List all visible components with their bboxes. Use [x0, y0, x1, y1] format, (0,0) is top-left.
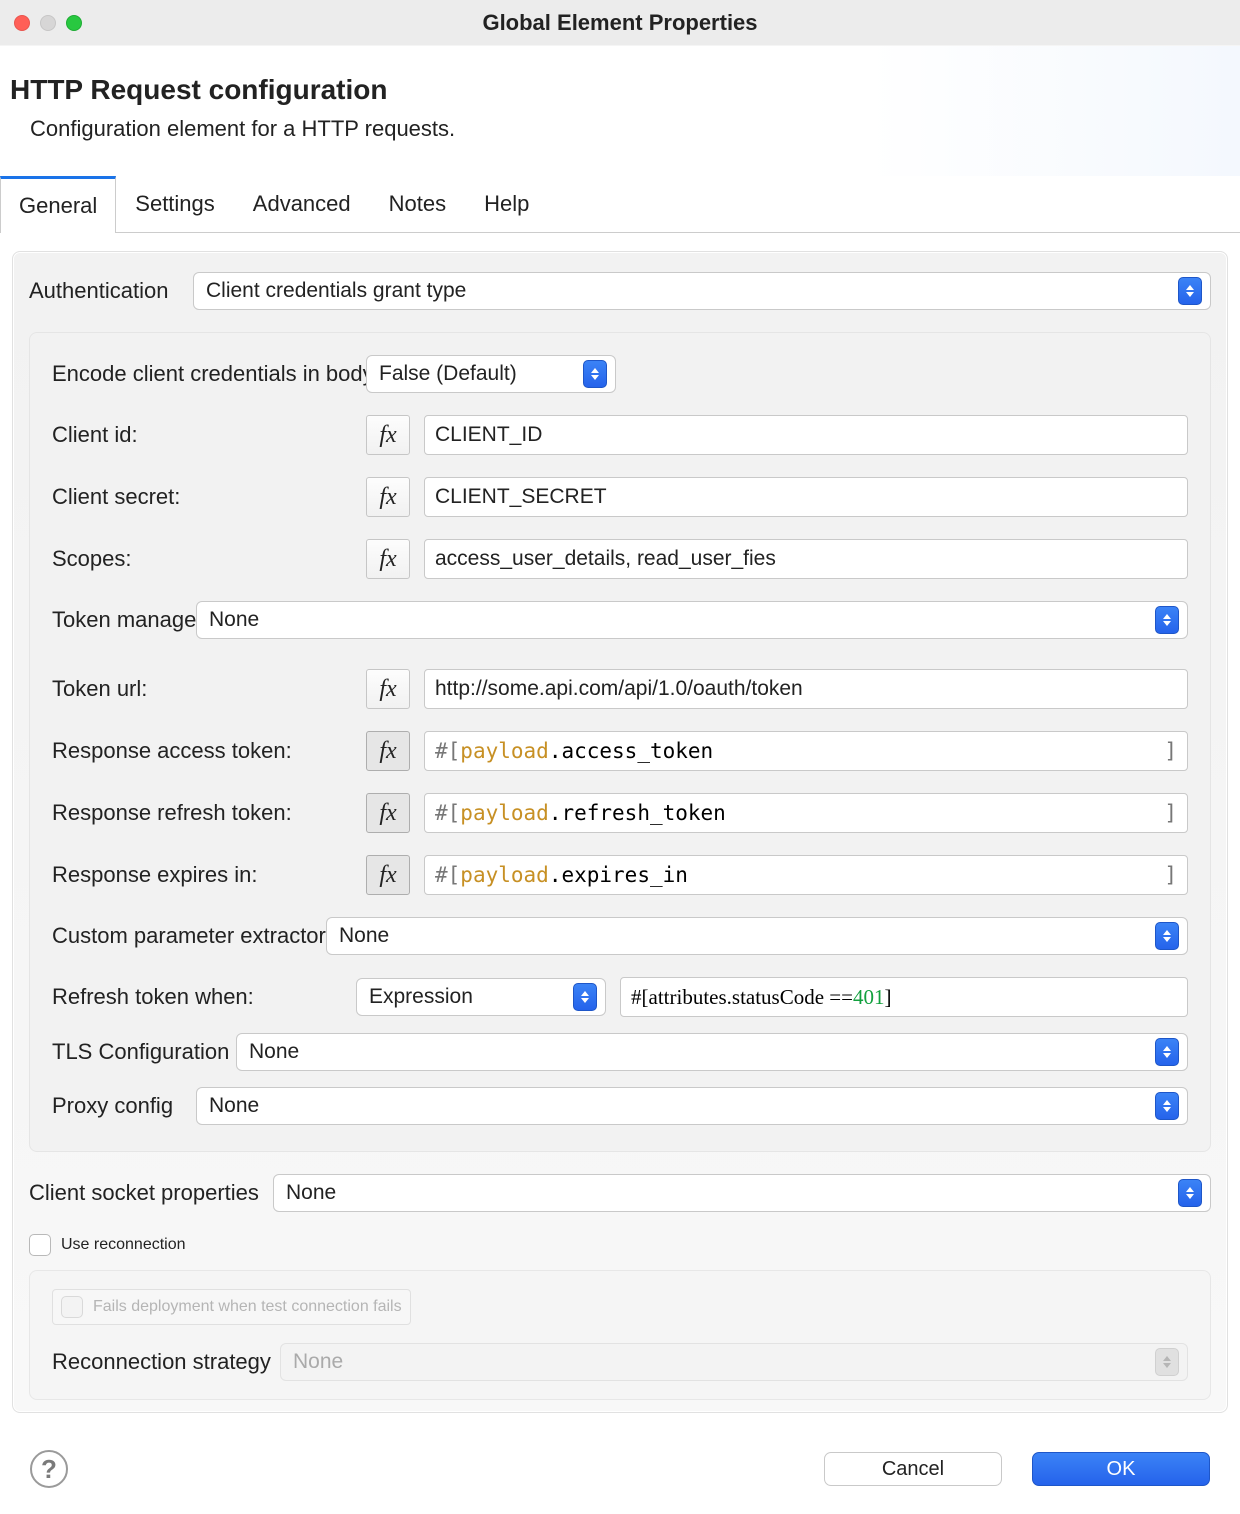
dropdown-icon [1178, 277, 1202, 305]
tab-help[interactable]: Help [465, 176, 548, 232]
cancel-button[interactable]: Cancel [824, 1452, 1002, 1486]
client-id-input[interactable]: CLIENT_ID [424, 415, 1188, 455]
proxy-config-select[interactable]: None [196, 1087, 1188, 1125]
dropdown-icon [1155, 922, 1179, 950]
tls-value: None [249, 1040, 1155, 1064]
help-button[interactable]: ? [30, 1450, 68, 1488]
checkbox-icon [29, 1234, 51, 1256]
client-id-label: Client id: [52, 422, 352, 448]
expr-suffix: ] [1164, 856, 1177, 894]
fx-button[interactable]: fx [366, 731, 410, 771]
dropdown-icon [1155, 1348, 1179, 1376]
expr-body: .expires_in [549, 856, 688, 894]
expr-keyword: payload [460, 856, 549, 894]
scopes-input[interactable]: access_user_details, read_user_fies [424, 539, 1188, 579]
dropdown-icon [1155, 1092, 1179, 1120]
expr-keyword: payload [460, 732, 549, 770]
reconnection-panel: Fails deployment when test connection fa… [29, 1270, 1211, 1400]
dialog-footer: ? Cancel OK [0, 1424, 1240, 1514]
fails-deployment-wrapper: Fails deployment when test connection fa… [52, 1289, 411, 1325]
client-socket-props-value: None [286, 1181, 1178, 1205]
fails-deployment-checkbox: Fails deployment when test connection fa… [61, 1296, 402, 1318]
dropdown-icon [583, 360, 607, 388]
expr-suffix: ] [1164, 732, 1177, 770]
expr-suffix: ] [1164, 794, 1177, 832]
reconnection-strategy-select: None [280, 1343, 1188, 1381]
cpe-select[interactable]: None [326, 917, 1188, 955]
encode-select[interactable]: False (Default) [366, 355, 616, 393]
dropdown-icon [573, 983, 597, 1011]
expr-body: .refresh_token [549, 794, 726, 832]
reconnection-strategy-label: Reconnection strategy [52, 1349, 266, 1375]
tab-notes[interactable]: Notes [370, 176, 465, 232]
general-pane: Authentication Client credentials grant … [0, 233, 1240, 1413]
token-url-input[interactable]: http://some.api.com/api/1.0/oauth/token [424, 669, 1188, 709]
tab-settings[interactable]: Settings [116, 176, 234, 232]
client-socket-props-select[interactable]: None [273, 1174, 1211, 1212]
tab-general[interactable]: General [0, 176, 116, 233]
dialog-header: HTTP Request configuration Configuration… [0, 46, 1240, 176]
expr-body: .access_token [549, 732, 713, 770]
authentication-value: Client credentials grant type [206, 279, 1178, 303]
client-secret-input[interactable]: CLIENT_SECRET [424, 477, 1188, 517]
refresh-token-when-label: Refresh token when: [52, 984, 342, 1010]
page-title: HTTP Request configuration [10, 74, 1240, 106]
tab-bar: General Settings Advanced Notes Help [0, 176, 1240, 233]
window-title: Global Element Properties [0, 10, 1240, 36]
token-manager-label: Token manager [52, 607, 182, 633]
authentication-select[interactable]: Client credentials grant type [193, 272, 1211, 310]
resp-refresh-token-input[interactable]: #[ payload .refresh_token ] [424, 793, 1188, 833]
refresh-token-mode-select[interactable]: Expression [356, 978, 606, 1016]
expr-number: 401 [853, 978, 885, 1016]
token-manager-value: None [209, 608, 1155, 632]
expr-suffix: ] [885, 978, 892, 1016]
dropdown-icon [1178, 1179, 1202, 1207]
expr-prefix: #[ [631, 978, 649, 1016]
cpe-value: None [339, 924, 1155, 948]
titlebar: Global Element Properties [0, 0, 1240, 46]
encode-label: Encode client credentials in body: [52, 361, 352, 387]
tab-advanced[interactable]: Advanced [234, 176, 370, 232]
fails-deployment-label: Fails deployment when test connection fa… [93, 1298, 402, 1316]
reconnection-strategy-value: None [293, 1350, 1155, 1374]
page-subtitle: Configuration element for a HTTP request… [30, 116, 1240, 142]
refresh-token-expr-input[interactable]: #[ attributes.statusCode == 401 ] [620, 977, 1188, 1017]
fx-button[interactable]: fx [366, 477, 410, 517]
credentials-panel: Encode client credentials in body: False… [29, 332, 1211, 1152]
dropdown-icon [1155, 1038, 1179, 1066]
expr-keyword: payload [460, 794, 549, 832]
refresh-token-mode-value: Expression [369, 985, 573, 1009]
resp-refresh-token-label: Response refresh token: [52, 800, 352, 826]
fx-button[interactable]: fx [366, 539, 410, 579]
client-secret-label: Client secret: [52, 484, 352, 510]
resp-expires-in-input[interactable]: #[ payload .expires_in ] [424, 855, 1188, 895]
cpe-label: Custom parameter extractors [52, 923, 312, 949]
encode-value: False (Default) [379, 362, 583, 386]
fx-button[interactable]: fx [366, 855, 410, 895]
proxy-config-value: None [209, 1094, 1155, 1118]
use-reconnection-label: Use reconnection [61, 1236, 186, 1254]
scopes-label: Scopes: [52, 546, 352, 572]
expr-body: attributes.statusCode == [649, 978, 854, 1016]
resp-access-token-label: Response access token: [52, 738, 352, 764]
expr-prefix: #[ [435, 856, 460, 894]
ok-button[interactable]: OK [1032, 1452, 1210, 1486]
expr-prefix: #[ [435, 794, 460, 832]
token-manager-select[interactable]: None [196, 601, 1188, 639]
fx-button[interactable]: fx [366, 793, 410, 833]
resp-access-token-input[interactable]: #[ payload .access_token ] [424, 731, 1188, 771]
dropdown-icon [1155, 606, 1179, 634]
fx-button[interactable]: fx [366, 669, 410, 709]
client-socket-props-label: Client socket properties [29, 1180, 259, 1206]
tls-select[interactable]: None [236, 1033, 1188, 1071]
proxy-config-label: Proxy config [52, 1093, 182, 1119]
token-url-label: Token url: [52, 676, 352, 702]
checkbox-icon [61, 1296, 83, 1318]
use-reconnection-checkbox[interactable]: Use reconnection [29, 1234, 186, 1256]
tls-label: TLS Configuration [52, 1039, 222, 1065]
fx-button[interactable]: fx [366, 415, 410, 455]
expr-prefix: #[ [435, 732, 460, 770]
resp-expires-in-label: Response expires in: [52, 862, 352, 888]
authentication-label: Authentication [29, 278, 179, 304]
